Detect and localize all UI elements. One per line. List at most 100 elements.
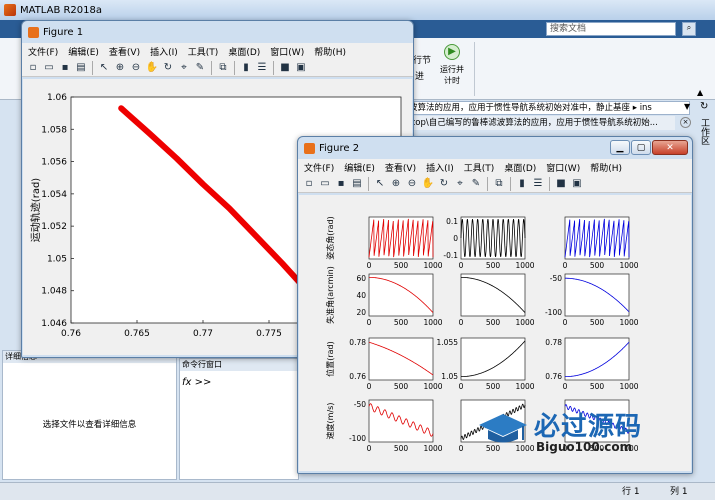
pointer-icon[interactable]: ↖: [97, 61, 111, 75]
subplot-ylabel: 位置(rad): [325, 341, 335, 377]
subplot-x-tick-label: 1000: [619, 318, 638, 327]
menu-item-5[interactable]: 桌面(D): [228, 45, 260, 58]
subplot-y-tick-label: 1.05: [441, 372, 458, 381]
rotate-icon[interactable]: ↻: [161, 61, 175, 75]
link-icon[interactable]: ⧉: [492, 177, 506, 191]
watermark-logo-icon: [478, 412, 528, 448]
folder-browse-icon[interactable]: ↻: [700, 101, 708, 112]
open-folder-icon[interactable]: ▭: [318, 177, 332, 191]
subplot-x-tick-label: 0: [367, 382, 372, 391]
legend-icon[interactable]: ☰: [531, 177, 545, 191]
maximize-button[interactable]: ▢: [631, 140, 651, 155]
menu-item-1[interactable]: 编辑(E): [344, 161, 375, 174]
subplot-y-tick-label: 0.78: [349, 338, 366, 347]
menu-item-6[interactable]: 窗口(W): [546, 161, 580, 174]
subplot-y-tick-label: 40: [356, 291, 366, 300]
menu-item-7[interactable]: 帮助(H): [314, 45, 346, 58]
open-folder-icon[interactable]: ▭: [42, 61, 56, 75]
run-advance-label[interactable]: 进: [415, 69, 424, 82]
current-folder-tail: ins: [639, 103, 652, 113]
dock-icon[interactable]: ▣: [570, 177, 584, 191]
menu-item-4[interactable]: 工具(T): [188, 45, 219, 58]
new-file-icon[interactable]: ▫: [26, 61, 40, 75]
subplot-x-tick-label: 500: [486, 261, 501, 270]
link-icon[interactable]: ⧉: [216, 61, 230, 75]
command-prompt[interactable]: fx >>: [180, 377, 298, 388]
print-icon[interactable]: ▤: [74, 61, 88, 75]
menu-item-6[interactable]: 窗口(W): [270, 45, 304, 58]
dock-icon[interactable]: ▣: [294, 61, 308, 75]
menu-item-1[interactable]: 编辑(E): [68, 45, 99, 58]
legend-icon[interactable]: ☰: [255, 61, 269, 75]
x-tick-label: 0.76: [61, 329, 81, 339]
new-file-icon[interactable]: ▫: [302, 177, 316, 191]
toolbar-separator: [368, 176, 369, 191]
data-cursor-icon[interactable]: ⌖: [453, 177, 467, 191]
zoom-in-icon[interactable]: ⊕: [113, 61, 127, 75]
figure2-title: Figure 2: [319, 142, 360, 154]
subplot-x-tick-label: 1000: [423, 444, 442, 453]
menu-item-5[interactable]: 桌面(D): [504, 161, 536, 174]
menu-item-7[interactable]: 帮助(H): [590, 161, 622, 174]
run-and-time-button[interactable]: ▶ 运行并 计时: [434, 42, 470, 92]
hide-tools-icon[interactable]: ■: [554, 177, 568, 191]
menu-item-0[interactable]: 文件(F): [304, 161, 334, 174]
search-icon[interactable]: ⌕: [682, 22, 696, 36]
subplot-x-tick-label: 1000: [515, 318, 534, 327]
subplot-x-tick-label: 500: [486, 382, 501, 391]
search-box[interactable]: 搜索文档: [546, 22, 676, 36]
x-tick-label: 0.77: [193, 329, 213, 339]
brush-icon[interactable]: ✎: [469, 177, 483, 191]
command-window[interactable]: 命令行窗口 fx >>: [179, 358, 299, 480]
hide-tools-icon[interactable]: ■: [278, 61, 292, 75]
run-section-label[interactable]: 行节: [413, 53, 431, 66]
editor-path-text: ktop\自己编写的鲁棒滤波算法的应用，应用于惯性导航系统初始...: [407, 118, 658, 128]
menu-item-3[interactable]: 插入(I): [426, 161, 454, 174]
colorbar-icon[interactable]: ▮: [515, 177, 529, 191]
subplot-x-tick-label: 500: [394, 382, 409, 391]
pan-icon[interactable]: ✋: [421, 177, 435, 191]
zoom-in-icon[interactable]: ⊕: [389, 177, 403, 191]
zoom-out-icon[interactable]: ⊖: [129, 61, 143, 75]
ribbon-divider: [474, 42, 475, 96]
editor-close-icon[interactable]: ×: [680, 117, 691, 128]
subplot-x-tick-label: 500: [486, 318, 501, 327]
matlab-title: MATLAB R2018a: [20, 4, 103, 16]
subplot-y-tick-label: -50: [550, 274, 562, 283]
menu-item-4[interactable]: 工具(T): [464, 161, 495, 174]
minimize-button[interactable]: ▁: [610, 140, 630, 155]
rotate-icon[interactable]: ↻: [437, 177, 451, 191]
pan-icon[interactable]: ✋: [145, 61, 159, 75]
menu-item-2[interactable]: 查看(V): [385, 161, 416, 174]
watermark-en: Biguo100.com: [536, 440, 633, 454]
current-folder-path: 波算法的应用，应用于惯性导航系统初始对准中，静止基座: [409, 103, 631, 113]
subplot-x-tick-label: 0: [563, 382, 568, 391]
menu-item-0[interactable]: 文件(F): [28, 45, 58, 58]
menu-item-2[interactable]: 查看(V): [109, 45, 140, 58]
brush-icon[interactable]: ✎: [193, 61, 207, 75]
close-button[interactable]: ✕: [652, 140, 688, 155]
menu-item-3[interactable]: 插入(I): [150, 45, 178, 58]
figure1-titlebar[interactable]: Figure 1: [22, 21, 413, 43]
subplot-x-tick-label: 0: [367, 318, 372, 327]
data-cursor-icon[interactable]: ⌖: [177, 61, 191, 75]
subplot-x-tick-label: 500: [394, 261, 409, 270]
pointer-icon[interactable]: ↖: [373, 177, 387, 191]
colorbar-icon[interactable]: ▮: [239, 61, 253, 75]
x-tick-label: 0.775: [256, 329, 282, 339]
save-icon[interactable]: ▪: [58, 61, 72, 75]
toolbar-separator: [273, 60, 274, 75]
workspace-side-tab[interactable]: 工作区: [697, 118, 711, 178]
subplot-axes: [460, 273, 526, 317]
current-folder-bar[interactable]: 波算法的应用，应用于惯性导航系统初始对准中，静止基座 ▸ ins: [405, 101, 690, 115]
save-icon[interactable]: ▪: [334, 177, 348, 191]
path-dropdown-icon[interactable]: ▼: [684, 102, 690, 111]
subplot-y-tick-label: 0.76: [545, 372, 562, 381]
subplot-x-tick-label: 1000: [619, 382, 638, 391]
zoom-out-icon[interactable]: ⊖: [405, 177, 419, 191]
figure1-toolbar: ▫ ▭ ▪ ▤ ↖ ⊕ ⊖ ✋ ↻ ⌖ ✎ ⧉ ▮ ☰ ■ ▣: [22, 59, 413, 77]
print-icon[interactable]: ▤: [350, 177, 364, 191]
status-bar: [0, 482, 715, 500]
ribbon-collapse-icon[interactable]: ▲: [697, 88, 703, 97]
details-panel: 详细信息 选择文件以查看详细信息: [2, 350, 177, 480]
